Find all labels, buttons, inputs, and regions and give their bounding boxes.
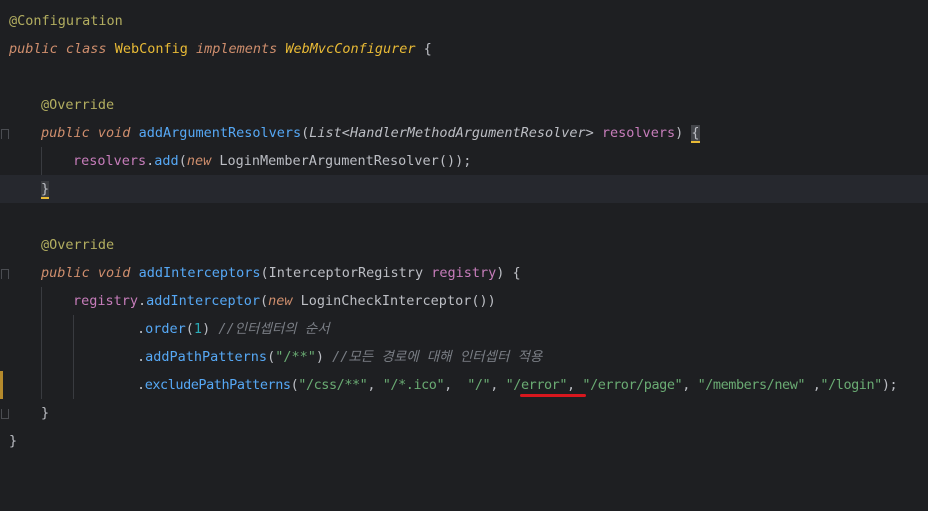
parameter: resolvers — [601, 125, 676, 141]
keyword: public — [41, 125, 90, 141]
paren: ) — [315, 349, 324, 365]
comma: , — [367, 377, 383, 393]
comma: , — [444, 377, 468, 393]
field-ref: registry — [73, 293, 139, 309]
red-underline-mark — [520, 394, 586, 397]
code-line[interactable]: @Override — [0, 91, 928, 119]
dot: . — [137, 349, 146, 365]
comment: //모든 경로에 대해 인터셉터 적용 — [332, 349, 543, 365]
keyword: new — [186, 153, 212, 169]
brace: { — [512, 265, 521, 281]
code-line[interactable]: @Override — [0, 231, 928, 259]
code-line[interactable]: registry.addInterceptor(new LoginCheckIn… — [0, 287, 928, 315]
type-name: List — [309, 125, 342, 141]
method-call: addInterceptor — [146, 293, 260, 309]
keyword: void — [97, 265, 131, 281]
dot: . — [138, 293, 147, 309]
type-name: HandlerMethodArgumentResolver — [349, 125, 586, 141]
matched-brace: } — [41, 181, 50, 199]
method-call: excludePathPatterns — [144, 377, 291, 393]
keyword: void — [97, 125, 131, 141]
string-literal: "/" — [467, 377, 491, 393]
code-line[interactable]: } — [0, 427, 928, 455]
angle-bracket: > — [585, 125, 594, 141]
punctuation: ); — [881, 377, 898, 393]
class-name: LoginMemberArgumentResolver — [219, 153, 439, 169]
keyword: implements — [196, 41, 278, 57]
paren: ( — [267, 349, 276, 365]
comma: , — [567, 377, 583, 393]
class-name: LoginCheckInterceptor — [300, 293, 472, 309]
paren: ( — [259, 293, 269, 309]
brace: } — [41, 405, 50, 421]
method-call: addPathPatterns — [145, 349, 268, 365]
keyword: public — [9, 41, 58, 57]
parameter: registry — [431, 265, 497, 281]
code-line[interactable]: public void addInterceptors(InterceptorR… — [0, 259, 928, 287]
paren: ) — [496, 265, 505, 281]
code-line[interactable]: resolvers.add(new LoginMemberArgumentRes… — [0, 147, 928, 175]
type-name: InterceptorRegistry — [268, 265, 424, 281]
interface-name: WebMvcConfigurer — [285, 41, 416, 57]
comma: , — [805, 377, 821, 393]
string-literal: "/**" — [275, 349, 316, 365]
class-name: WebConfig — [114, 41, 188, 57]
punctuation: ()); — [438, 153, 472, 169]
dot: . — [137, 321, 146, 337]
number-literal: 1 — [193, 321, 203, 337]
code-line[interactable]: public class WebConfig implements WebMvc… — [0, 35, 928, 63]
keyword: public — [41, 265, 90, 281]
code-line-current[interactable]: } — [0, 175, 928, 203]
paren: ) — [202, 321, 211, 337]
brace: } — [9, 433, 18, 449]
code-line[interactable]: @Configuration — [0, 7, 928, 35]
comma: , — [682, 377, 698, 393]
string-literal: "/*.ico" — [382, 377, 445, 393]
string-literal-error: "/error" — [505, 377, 568, 393]
brace: { — [423, 41, 432, 57]
field-ref: resolvers — [73, 153, 147, 169]
code-editor[interactable]: @Configuration public class WebConfig im… — [0, 0, 928, 480]
annotation: @Configuration — [9, 13, 123, 29]
string-literal: "/members/new" — [697, 377, 806, 393]
paren: ( — [185, 321, 194, 337]
matched-brace: { — [691, 125, 700, 143]
method-call: add — [154, 153, 179, 169]
paren: ( — [178, 153, 187, 169]
dot: . — [137, 377, 145, 393]
keyword: class — [65, 41, 107, 57]
keyword: new — [268, 293, 293, 309]
code-line[interactable]: public void addArgumentResolvers(List<Ha… — [0, 119, 928, 147]
comma: , — [490, 377, 506, 393]
code-line[interactable]: .excludePathPatterns("/css/**", "/*.ico"… — [0, 371, 928, 399]
code-line[interactable]: } — [0, 399, 928, 427]
string-literal: "/login" — [820, 377, 882, 393]
annotation: @Override — [41, 237, 115, 253]
code-line[interactable]: .order(1) //인터셉터의 순서 — [0, 315, 928, 343]
string-literal: "/css/**" — [298, 377, 368, 393]
annotation: @Override — [41, 97, 115, 113]
method-name: addArgumentResolvers — [138, 125, 302, 141]
paren: ( — [260, 265, 269, 281]
comment: //인터셉터의 순서 — [218, 321, 330, 337]
code-line[interactable]: .addPathPatterns("/**") //모든 경로에 대해 인터셉터… — [0, 343, 928, 371]
string-literal: "/error/page" — [582, 377, 683, 393]
punctuation: ()) — [471, 293, 496, 309]
method-name: addInterceptors — [138, 265, 261, 281]
angle-bracket: < — [341, 125, 350, 141]
method-call: order — [145, 321, 186, 337]
paren: ) — [675, 125, 684, 141]
